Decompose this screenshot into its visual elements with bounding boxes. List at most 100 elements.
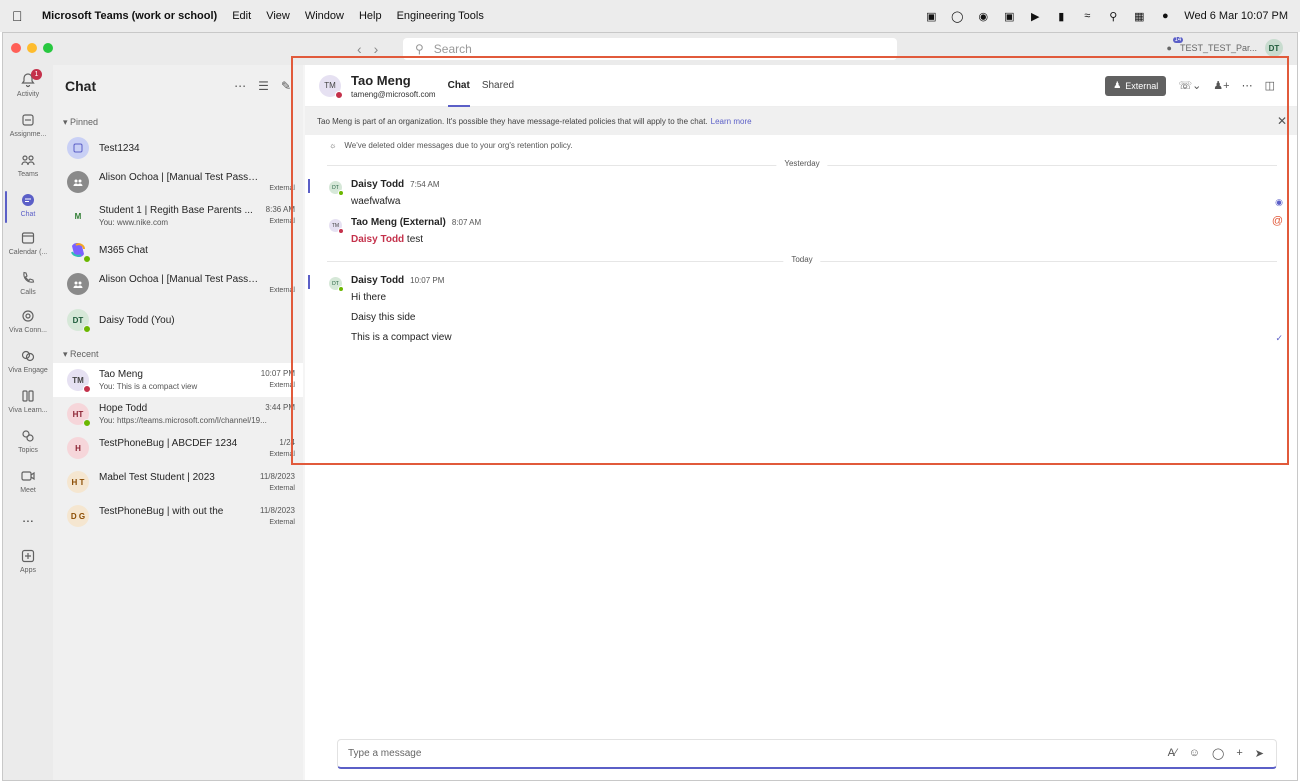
contact-name[interactable]: Tao Meng <box>351 73 436 88</box>
status-icon-1[interactable]: ▣ <box>924 9 938 23</box>
clock[interactable]: Wed 6 Mar 10:07 PM <box>1184 10 1288 22</box>
app-menu[interactable]: Microsoft Teams (work or school) <box>42 10 217 22</box>
rail-assignments[interactable]: Assignme... <box>3 111 53 151</box>
message[interactable]: Daisy Todd 10:07 PM Hi there Daisy this s… <box>351 275 452 343</box>
menu-window[interactable]: Window <box>305 10 344 22</box>
rail-label: Viva Engage <box>8 367 48 374</box>
chat-item-daisy-todd[interactable]: DT Daisy Todd (You) <box>53 301 303 339</box>
status-icon-3[interactable]: ▣ <box>1002 9 1016 23</box>
format-icon[interactable]: A⁄ <box>1168 747 1177 760</box>
control-center-icon[interactable]: ▦ <box>1132 9 1146 23</box>
message-body: Daisy this side <box>351 312 416 323</box>
menu-engineering-tools[interactable]: Engineering Tools <box>397 10 484 22</box>
contact-avatar[interactable]: TM <box>319 74 343 99</box>
spotlight-search-icon[interactable]: ⚲ <box>1106 9 1120 23</box>
rail-more[interactable]: ... <box>3 509 53 549</box>
chat-item-time: 1/24 <box>279 438 295 447</box>
chat-item-tao-meng[interactable]: TM Tao Meng 10:07 PM You: This is a compa… <box>53 363 303 397</box>
back-arrow-icon[interactable]: ‹ <box>357 41 362 57</box>
rail-teams[interactable]: Teams <box>3 151 53 191</box>
profile-avatar[interactable]: DT <box>1265 39 1283 57</box>
external-button[interactable]: ♟ External <box>1105 75 1167 96</box>
chat-item-hope-todd[interactable]: HT Hope Todd 3:44 PM You: https://teams.m… <box>53 397 303 431</box>
rail-apps[interactable]: Apps <box>3 547 53 587</box>
rail-viva-engage[interactable]: Viva Engage <box>3 347 53 387</box>
loop-icon[interactable]: ◯ <box>1212 747 1224 760</box>
chat-item-mabel-test-student[interactable]: H T Mabel Test Student | 2023 11/8/2023 E… <box>53 465 303 499</box>
profile-name[interactable]: TEST_TEST_Par... <box>1180 43 1257 53</box>
mention[interactable]: Daisy Todd <box>351 234 404 245</box>
avatar[interactable]: DT <box>329 181 344 196</box>
avatar: HT <box>67 403 91 427</box>
pinned-section-header[interactable]: ▾ Pinned <box>53 107 303 131</box>
filter-icon[interactable]: ☰ <box>258 79 269 93</box>
tab-shared[interactable]: Shared <box>482 65 514 107</box>
message-time: 8:07 AM <box>451 218 482 227</box>
presence-available <box>83 419 91 427</box>
avatar[interactable]: TM <box>329 219 344 234</box>
contact-initials: TM <box>324 81 336 90</box>
battery-icon[interactable]: ▮ <box>1054 9 1068 23</box>
apple-menu-icon[interactable]:  <box>12 8 28 24</box>
macos-menu-bar:  Microsoft Teams (work or school) Edit … <box>0 0 1300 32</box>
rail-chat[interactable]: Chat <box>3 191 53 231</box>
play-icon[interactable]: ▶ <box>1028 9 1042 23</box>
forward-arrow-icon[interactable]: › <box>374 41 379 57</box>
globe-icon[interactable]: ◯ <box>950 9 964 23</box>
minimize-window-button[interactable] <box>27 43 37 53</box>
menu-edit[interactable]: Edit <box>232 10 251 22</box>
rail-calls[interactable]: Calls <box>3 269 53 309</box>
chat-item-m365-chat[interactable]: M365 Chat <box>53 233 303 267</box>
rail-activity[interactable]: 1 Activity <box>3 69 53 111</box>
rail-viva-connections[interactable]: Viva Conn... <box>3 307 53 347</box>
chat-item-test1234[interactable]: Test1234 <box>53 131 303 165</box>
rail-label: Calendar (... <box>8 249 48 256</box>
rail-calendar[interactable]: Calendar (... <box>3 229 53 269</box>
close-icon[interactable]: ✕ <box>1277 114 1287 128</box>
learn-more-link[interactable]: Learn more <box>711 117 752 126</box>
notifications-icon[interactable]: ● 14 <box>1167 37 1184 53</box>
message[interactable]: Daisy Todd 7:54 AM waefwafwa <box>351 179 440 207</box>
send-icon[interactable]: ➤ <box>1255 747 1264 760</box>
tab-chat[interactable]: Chat <box>447 65 471 107</box>
open-side-panel-icon[interactable]: ◫ <box>1265 79 1275 92</box>
chat-item-time: 10:07 PM <box>260 369 295 378</box>
chat-item-testphonebug-without[interactable]: D G TestPhoneBug | with out the 11/8/2023… <box>53 499 303 533</box>
more-options-icon[interactable]: ⋯ <box>234 79 246 93</box>
calendar-icon <box>19 229 37 247</box>
message[interactable]: Tao Meng (External) 8:07 AM Daisy Todd te… <box>351 217 481 245</box>
status-icon-2[interactable]: ◉ <box>976 9 990 23</box>
menu-help[interactable]: Help <box>359 10 382 22</box>
chat-item-preview: You: This is a compact view <box>99 382 198 391</box>
external-org-banner: Tao Meng is part of an organization. It'… <box>305 107 1297 135</box>
chat-item-alison-ochoa-1[interactable]: Alison Ochoa | [Manual Test Pass - Do N.… <box>53 165 303 199</box>
presence-available <box>338 286 344 292</box>
search-input[interactable]: ⚲ Search <box>403 38 897 60</box>
menu-view[interactable]: View <box>266 10 290 22</box>
close-window-button[interactable] <box>11 43 21 53</box>
rail-meet[interactable]: Meet <box>3 467 53 507</box>
zoom-window-button[interactable] <box>43 43 53 53</box>
avatar-initials: HT <box>72 409 84 419</box>
add-people-icon[interactable]: ♟+ <box>1213 79 1229 92</box>
more-options-icon[interactable]: ⋯ <box>1242 79 1253 92</box>
compose-box[interactable]: Type a message A⁄ ☺ ◯ + ➤ <box>337 739 1277 769</box>
avatar[interactable]: DT <box>329 277 344 292</box>
emoji-icon[interactable]: ☺ <box>1189 747 1200 760</box>
call-icon[interactable]: ☏⌄ <box>1178 79 1201 92</box>
siri-icon[interactable]: ● <box>1158 9 1172 23</box>
rail-label: Meet <box>20 487 36 494</box>
rail-topics[interactable]: Topics <box>3 427 53 467</box>
chat-item-alison-ochoa-2[interactable]: Alison Ochoa | [Manual Test Pass - Do N.… <box>53 267 303 301</box>
external-tag: External <box>269 485 295 492</box>
attach-plus-icon[interactable]: + <box>1236 747 1242 760</box>
rail-viva-learning[interactable]: Viva Learn... <box>3 387 53 427</box>
chat-item-testphonebug-abcdef[interactable]: H TestPhoneBug | ABCDEF 1234 1/24 Externa… <box>53 431 303 465</box>
chat-item-student-1[interactable]: M Student 1 | Regith Base Parents ... 8:3… <box>53 199 303 233</box>
search-placeholder: Search <box>433 42 472 56</box>
contact-email: tameng@microsoft.com <box>351 89 436 99</box>
recent-section-header[interactable]: ▾ Recent <box>53 339 303 363</box>
rail-label: Teams <box>17 171 39 178</box>
new-chat-icon[interactable]: ✎ <box>281 79 291 93</box>
wifi-icon[interactable]: ≈ <box>1080 9 1094 23</box>
